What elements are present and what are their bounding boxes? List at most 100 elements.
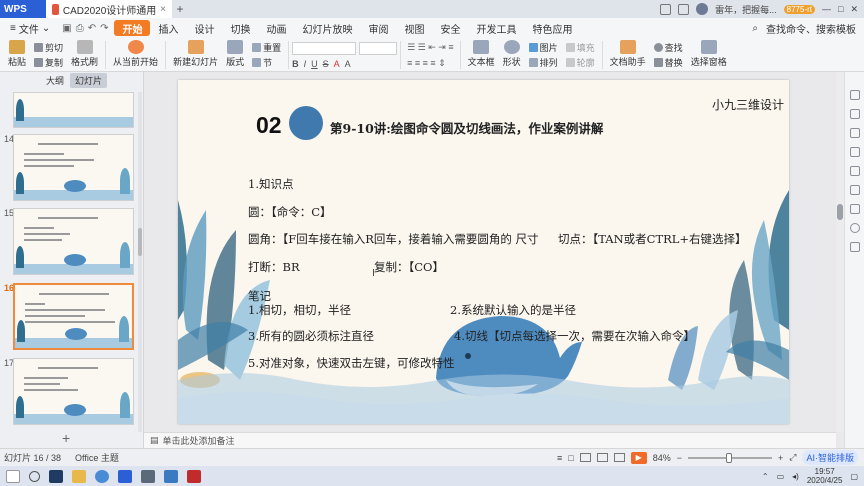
comment-icon[interactable]: □ <box>568 453 573 463</box>
close-icon[interactable]: ✕ <box>850 4 858 15</box>
line-fillet[interactable]: 圆角：【F回车接在输入R回车，接着输入需要圆角的 尺寸 <box>248 231 539 247</box>
text-box-button[interactable]: 文本框 <box>464 38 499 70</box>
line-break[interactable]: 打断：BR <box>248 259 300 275</box>
file-explorer-icon[interactable] <box>72 469 86 483</box>
add-slide-button[interactable]: + <box>62 430 70 446</box>
photoshop-icon[interactable] <box>49 469 63 483</box>
menu-tab[interactable]: 开发工具 <box>468 20 524 36</box>
document-tab[interactable]: CAD2020设计师通用教程.pptx × <box>46 0 172 18</box>
note-line[interactable]: 4.切线【切点每选择一次，需要在次输入命令】 <box>454 328 695 344</box>
notes-placeholder[interactable]: 单击此处添加备注 <box>163 434 235 447</box>
slide-thumbnail-13[interactable] <box>4 92 134 128</box>
menu-tab[interactable]: 插入 <box>150 20 186 36</box>
bold-icon[interactable]: B <box>292 59 299 69</box>
sidebar-more-icon[interactable] <box>849 242 860 252</box>
picture-settings-icon[interactable] <box>849 185 860 195</box>
paragraph-list-icons[interactable]: ☰ ☰ ⇤ ⇥ ≡ <box>407 42 453 53</box>
transition-icon[interactable] <box>849 147 860 157</box>
current-slide[interactable]: 02 第9-10讲:绘图命令圆及切线画法，作业案例讲解 小九三维设计 1.知识点… <box>178 80 789 424</box>
find-button[interactable]: 查找 <box>653 41 683 54</box>
layout-icon[interactable] <box>660 3 672 15</box>
outline-button[interactable]: 轮廓 <box>565 56 595 69</box>
close-tab-icon[interactable]: × <box>160 4 166 15</box>
screen-recorder-icon[interactable] <box>141 469 155 483</box>
app-icon[interactable] <box>164 469 178 483</box>
clock[interactable]: 19:57 2020/4/25 <box>807 467 843 485</box>
play-slideshow-button[interactable]: ▶ <box>630 451 647 464</box>
redo-icon[interactable]: ↷ <box>100 23 108 34</box>
command-search[interactable]: 查找命令、搜索模板 <box>766 21 856 36</box>
wps-home-tab[interactable]: WPS <box>0 0 46 18</box>
italic-icon[interactable]: I <box>304 59 307 69</box>
strikethrough-icon[interactable]: S <box>323 59 329 69</box>
font-name-select[interactable] <box>292 42 357 55</box>
notes-toggle-icon[interactable]: ≡ <box>557 453 562 463</box>
properties-icon[interactable] <box>849 90 860 100</box>
search-icon[interactable] <box>29 470 40 482</box>
undo-icon[interactable]: ↶ <box>88 23 96 34</box>
browser-icon[interactable] <box>95 469 109 483</box>
style-icon[interactable] <box>849 109 860 119</box>
note-line[interactable]: 5.对准对象，快速双击左键，可修改特性 <box>248 355 454 371</box>
underline-icon[interactable]: U <box>311 59 318 69</box>
arrange-button[interactable]: 排列 <box>528 56 558 69</box>
menu-tab[interactable]: 特色应用 <box>524 20 580 36</box>
backup-icon[interactable] <box>849 204 860 214</box>
note-line[interactable]: 3.所有的圆必须标注直径 <box>248 328 374 344</box>
normal-view-icon[interactable] <box>579 453 591 462</box>
minimize-icon[interactable]: — <box>822 4 831 14</box>
shape-settings-icon[interactable] <box>849 166 860 176</box>
notification-icon[interactable]: ▢ <box>850 472 858 481</box>
replace-button[interactable]: 替换 <box>653 56 683 69</box>
volume-icon[interactable]: ◂) <box>792 472 799 481</box>
paste-button[interactable]: 粘贴 <box>4 38 30 70</box>
print-icon[interactable]: ⎙ <box>76 23 84 34</box>
menu-tab[interactable]: 动画 <box>258 20 294 36</box>
avatar[interactable] <box>696 3 709 15</box>
slide-thumbnail[interactable]: 14 <box>4 134 134 201</box>
window-icon[interactable] <box>678 3 690 15</box>
highlight-icon[interactable]: A <box>345 59 351 69</box>
doc-helper-button[interactable]: 文档助手 <box>606 38 650 70</box>
slide-brand-text[interactable]: 小九三维设计 <box>712 96 784 113</box>
slide-thumbnail[interactable]: 17 <box>4 358 134 425</box>
notes-bar[interactable]: ▤ 单击此处添加备注 <box>144 432 836 448</box>
picture-button[interactable]: 图片 <box>528 41 558 54</box>
menu-tab[interactable]: 审阅 <box>360 20 396 36</box>
menu-tab[interactable]: 幻灯片放映 <box>294 20 360 36</box>
autocad-icon[interactable] <box>187 469 201 483</box>
file-menu[interactable]: ≡ 文件 ⌄ <box>4 21 56 36</box>
note-line[interactable]: 1.相切，相切，半径 <box>248 302 351 318</box>
line-copy[interactable]: 复制：【CO】 <box>374 259 444 275</box>
thumbnail-scrollbar[interactable] <box>138 92 142 432</box>
line-tangent[interactable]: 切点：【TAN或者CTRL+右键选择】 <box>558 231 747 247</box>
sorter-view-icon[interactable] <box>596 453 608 462</box>
cut-button[interactable]: 剪切 <box>34 41 63 54</box>
zoom-handle[interactable] <box>726 452 733 463</box>
fill-button[interactable]: 填充 <box>565 41 595 54</box>
canvas-scrollbar[interactable] <box>836 72 844 432</box>
wps-taskbar-icon[interactable] <box>118 469 132 483</box>
paragraph-align-icons[interactable]: ≡ ≡ ≡ ≡ ⇕ <box>407 58 453 69</box>
font-color-icon[interactable]: A <box>334 59 340 69</box>
network-icon[interactable]: ▭ <box>777 472 785 481</box>
fit-window-icon[interactable]: ⤢ <box>789 452 796 463</box>
zoom-in-icon[interactable]: + <box>778 453 783 463</box>
note-line[interactable]: 2.系统默认输入的是半径 <box>450 302 576 318</box>
slide-thumbnail-current[interactable]: 16 <box>4 283 134 350</box>
zoom-level[interactable]: 84% <box>653 453 671 463</box>
section-heading[interactable]: 1.知识点 <box>248 176 293 192</box>
menu-tab[interactable]: 安全 <box>432 20 468 36</box>
search-icon[interactable]: ⌕ <box>752 23 758 34</box>
menu-tab[interactable]: 切换 <box>222 20 258 36</box>
reset-button[interactable]: 重置 <box>252 41 281 54</box>
start-icon[interactable] <box>6 469 20 483</box>
maximize-icon[interactable]: □ <box>838 4 843 14</box>
format-painter-button[interactable]: 格式刷 <box>67 38 102 70</box>
reading-view-icon[interactable] <box>613 453 625 462</box>
save-icon[interactable]: ▣ <box>62 23 71 34</box>
new-tab-button[interactable]: + <box>172 2 188 16</box>
tab-slides[interactable]: 幻灯片 <box>70 72 108 88</box>
scroll-thumb[interactable] <box>837 204 843 220</box>
scroll-thumb[interactable] <box>138 228 142 256</box>
